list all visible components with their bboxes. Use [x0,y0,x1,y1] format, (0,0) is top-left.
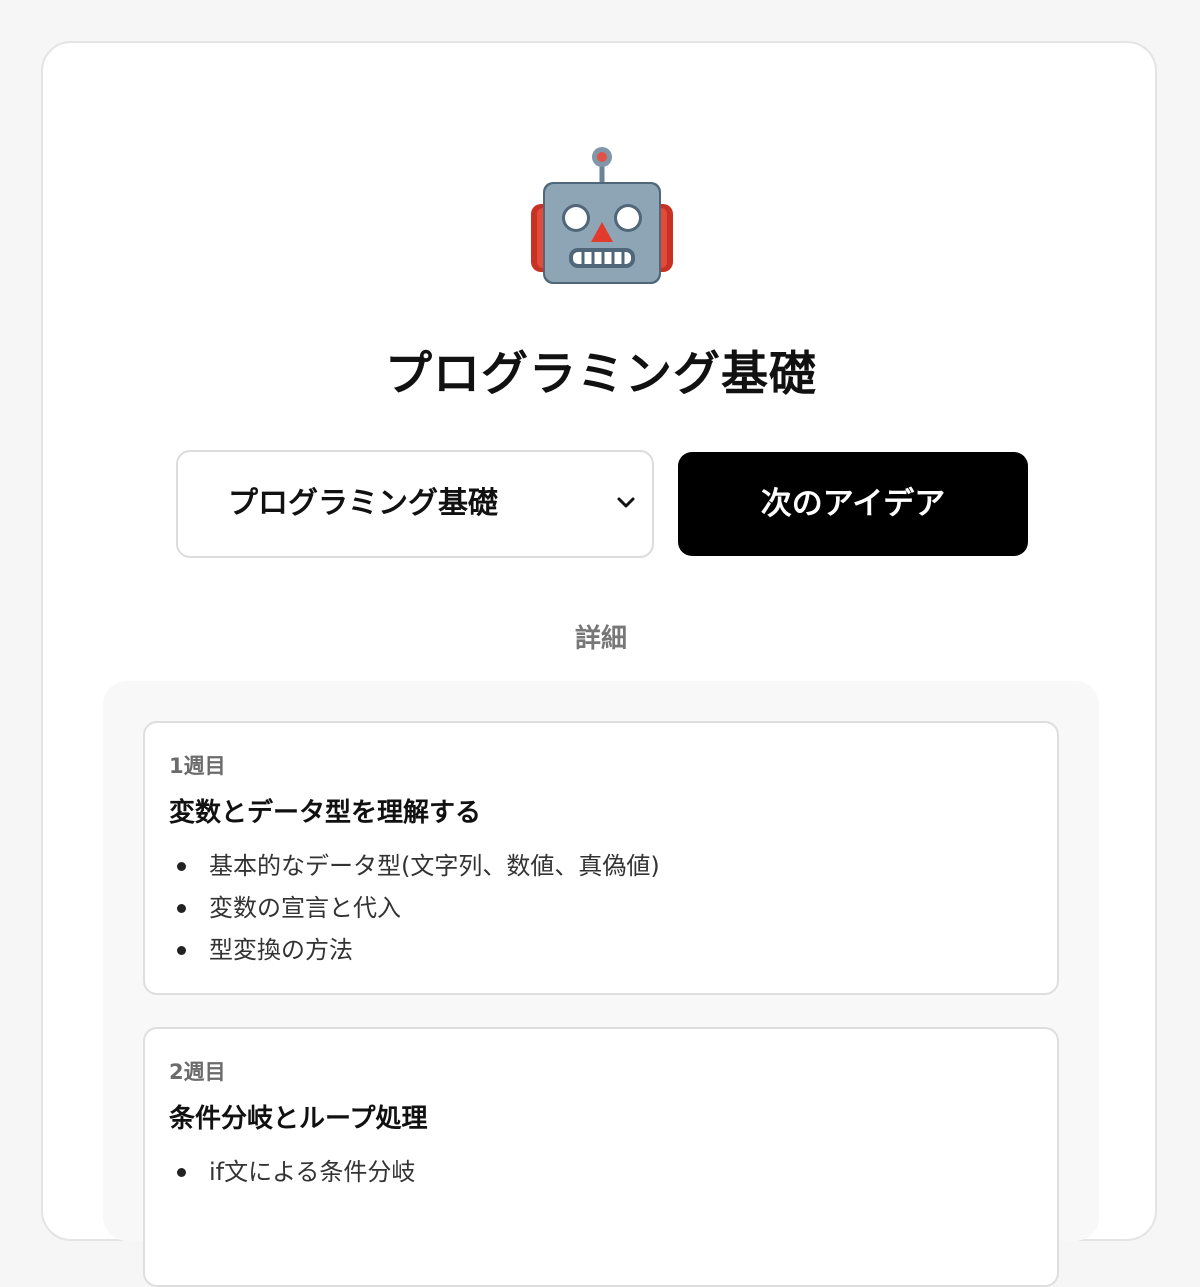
week-topic-list: if文による条件分岐 [169,1151,415,1193]
week-card: 2週目 条件分岐とループ処理 if文による条件分岐 [143,1027,1059,1287]
week-title: 変数とデータ型を理解する [169,798,482,828]
main-card: プログラミング基礎 プログラミング基礎 次のアイデア 詳細 1週目 変数とデータ… [41,41,1157,1287]
page-title: プログラミング基礎 [385,347,817,402]
list-item: if文による条件分岐 [169,1151,415,1193]
list-item: 型変換の方法 [169,929,660,971]
week-label: 1週目 [169,754,226,778]
next-idea-button[interactable]: 次のアイデア [678,452,1028,556]
details-panel: 1週目 変数とデータ型を理解する 基本的なデータ型(文字列、数値、真偽値) 変数… [103,681,1099,1287]
course-select-value: プログラミング基礎 [228,486,498,521]
week-label: 2週目 [169,1060,226,1084]
robot-icon [529,144,675,290]
week-card: 1週目 変数とデータ型を理解する 基本的なデータ型(文字列、数値、真偽値) 変数… [143,721,1059,995]
course-select[interactable]: プログラミング基礎 [176,450,654,558]
list-item: 基本的なデータ型(文字列、数値、真偽値) [169,845,660,887]
week-title: 条件分岐とループ処理 [169,1104,428,1134]
chevron-down-icon [617,497,635,508]
week-topic-list: 基本的なデータ型(文字列、数値、真偽値) 変数の宣言と代入 型変換の方法 [169,845,660,971]
list-item: 変数の宣言と代入 [169,887,660,929]
details-heading: 詳細 [574,624,627,654]
